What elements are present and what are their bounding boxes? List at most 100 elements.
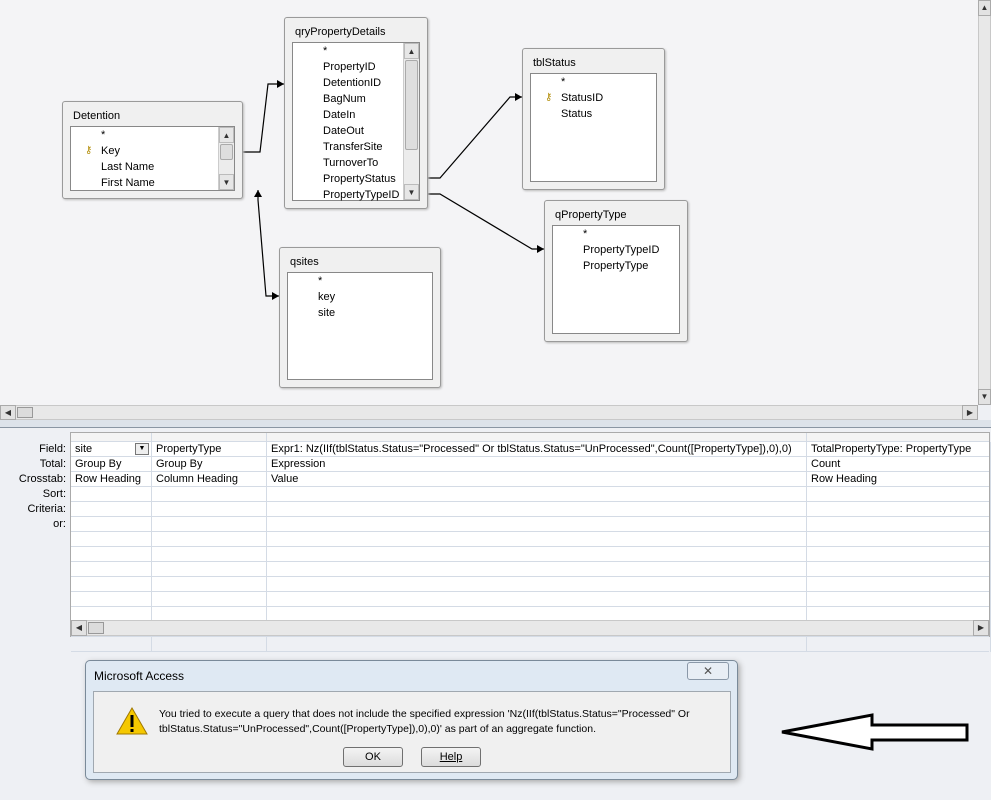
grid-cell[interactable]	[267, 502, 807, 517]
total-row[interactable]: Group By Group By Expression Count	[71, 457, 991, 472]
grid-row[interactable]	[71, 517, 991, 532]
field-item[interactable]: BagNum	[293, 91, 419, 107]
grid-cell[interactable]	[152, 547, 267, 562]
field-cell[interactable]: Expr1: Nz(IIf(tblStatus.Status="Processe…	[267, 442, 807, 457]
scroll-thumb[interactable]	[17, 407, 33, 418]
table-detention[interactable]: Detention * ⚷ Key Last Name First Name ▲ ▼	[62, 101, 243, 199]
grid-row[interactable]	[71, 502, 991, 517]
field-cell[interactable]: TotalPropertyType: PropertyType	[807, 442, 991, 457]
field-item[interactable]: DetentionID	[293, 75, 419, 91]
field-list[interactable]: * PropertyTypeID PropertyType	[552, 225, 680, 334]
table-qsites[interactable]: qsites * key site	[279, 247, 441, 388]
grid-row[interactable]	[71, 562, 991, 577]
total-cell[interactable]: Group By	[152, 457, 267, 472]
field-list[interactable]: * ⚷ Key Last Name First Name ▲ ▼	[70, 126, 235, 191]
grid-cell[interactable]	[807, 637, 991, 652]
grid-cell[interactable]	[807, 562, 991, 577]
grid-cell[interactable]	[807, 547, 991, 562]
crosstab-cell[interactable]: Row Heading	[807, 472, 991, 487]
field-item[interactable]: PropertyStatus	[293, 171, 419, 187]
field-item[interactable]: TransferSite	[293, 139, 419, 155]
grid-row[interactable]	[71, 547, 991, 562]
grid-cell[interactable]	[152, 577, 267, 592]
grid-cell[interactable]	[807, 532, 991, 547]
total-cell[interactable]: Expression	[267, 457, 807, 472]
grid-cell[interactable]	[152, 562, 267, 577]
grid-cell[interactable]	[71, 532, 152, 547]
field-item[interactable]: DateIn	[293, 107, 419, 123]
crosstab-cell[interactable]: Row Heading	[71, 472, 152, 487]
grid-cell[interactable]	[71, 547, 152, 562]
query-design-grid[interactable]: site ▼ PropertyType Expr1: Nz(IIf(tblStat…	[70, 432, 991, 652]
grid-cell[interactable]	[71, 502, 152, 517]
grid-cell[interactable]	[807, 577, 991, 592]
dropdown-arrow-icon[interactable]: ▼	[135, 443, 149, 455]
grid-cell[interactable]	[71, 592, 152, 607]
grid-cell[interactable]	[71, 577, 152, 592]
field-item[interactable]: *	[293, 43, 419, 59]
field-row[interactable]: site ▼ PropertyType Expr1: Nz(IIf(tblStat…	[71, 442, 991, 457]
ok-button[interactable]: OK	[343, 747, 403, 767]
grid-cell[interactable]	[152, 517, 267, 532]
close-button[interactable]: ✕	[687, 662, 729, 680]
grid-row[interactable]	[71, 592, 991, 607]
grid-cell[interactable]	[152, 592, 267, 607]
grid-cell[interactable]	[71, 637, 152, 652]
field-item[interactable]: *	[531, 74, 656, 90]
field-item[interactable]: key	[288, 289, 432, 305]
scroll-thumb[interactable]	[88, 622, 104, 634]
table-tblstatus[interactable]: tblStatus * ⚷ StatusID Status	[522, 48, 665, 190]
grid-cell[interactable]	[267, 562, 807, 577]
grid-cell[interactable]	[807, 502, 991, 517]
field-list[interactable]: * ⚷ StatusID Status	[530, 73, 657, 182]
grid-cell[interactable]	[71, 562, 152, 577]
grid-cell[interactable]	[267, 517, 807, 532]
grid-cell[interactable]	[807, 487, 991, 502]
grid-cell[interactable]	[267, 592, 807, 607]
field-item[interactable]: PropertyTypeID	[293, 187, 419, 203]
field-item[interactable]: TurnoverTo	[293, 155, 419, 171]
grid-cell[interactable]	[267, 532, 807, 547]
grid-cell[interactable]	[152, 487, 267, 502]
grid-cell[interactable]	[807, 592, 991, 607]
pane-splitter[interactable]	[0, 420, 991, 428]
scrollbar[interactable]: ▲ ▼	[403, 43, 419, 200]
field-list[interactable]: * PropertyID DetentionID BagNum DateIn D…	[292, 42, 420, 201]
field-item[interactable]: PropertyID	[293, 59, 419, 75]
design-vertical-scrollbar[interactable]: ▲ ▼	[978, 0, 991, 405]
grid-cell[interactable]	[71, 517, 152, 532]
grid-horizontal-scrollbar[interactable]: ◀ ▶	[71, 620, 989, 636]
grid-cell[interactable]	[152, 637, 267, 652]
grid-cell[interactable]	[267, 577, 807, 592]
grid-cell[interactable]	[152, 532, 267, 547]
design-horizontal-scrollbar[interactable]: ◀ ▶	[0, 405, 978, 420]
field-item[interactable]: *	[553, 226, 679, 242]
column-selector-row[interactable]	[71, 433, 989, 442]
field-item[interactable]: *	[71, 127, 234, 143]
grid-row[interactable]	[71, 577, 991, 592]
grid-cell[interactable]	[267, 487, 807, 502]
scrollbar[interactable]: ▲ ▼	[218, 127, 234, 190]
field-item[interactable]: site	[288, 305, 432, 321]
crosstab-cell[interactable]: Column Heading	[152, 472, 267, 487]
grid-cell[interactable]	[71, 487, 152, 502]
grid-row[interactable]	[71, 487, 991, 502]
grid-cell[interactable]	[152, 502, 267, 517]
field-item[interactable]: ⚷ Key	[71, 143, 234, 159]
field-item[interactable]: DateOut	[293, 123, 419, 139]
field-cell[interactable]: PropertyType	[152, 442, 267, 457]
table-qpropertytype[interactable]: qPropertyType * PropertyTypeID PropertyT…	[544, 200, 688, 342]
field-item[interactable]: PropertyType	[553, 258, 679, 274]
crosstab-row[interactable]: Row Heading Column Heading Value Row Hea…	[71, 472, 991, 487]
field-list[interactable]: * key site	[287, 272, 433, 380]
field-item[interactable]: ⚷ StatusID	[531, 90, 656, 106]
total-cell[interactable]: Count	[807, 457, 991, 472]
grid-row[interactable]	[71, 637, 991, 652]
field-item[interactable]: First Name	[71, 175, 234, 191]
field-item[interactable]: *	[288, 273, 432, 289]
field-item[interactable]: Status	[531, 106, 656, 122]
field-item[interactable]: PropertyTypeID	[553, 242, 679, 258]
table-qrypropertydetails[interactable]: qryPropertyDetails * PropertyID Detentio…	[284, 17, 428, 209]
crosstab-cell[interactable]: Value	[267, 472, 807, 487]
grid-cell[interactable]	[267, 637, 807, 652]
